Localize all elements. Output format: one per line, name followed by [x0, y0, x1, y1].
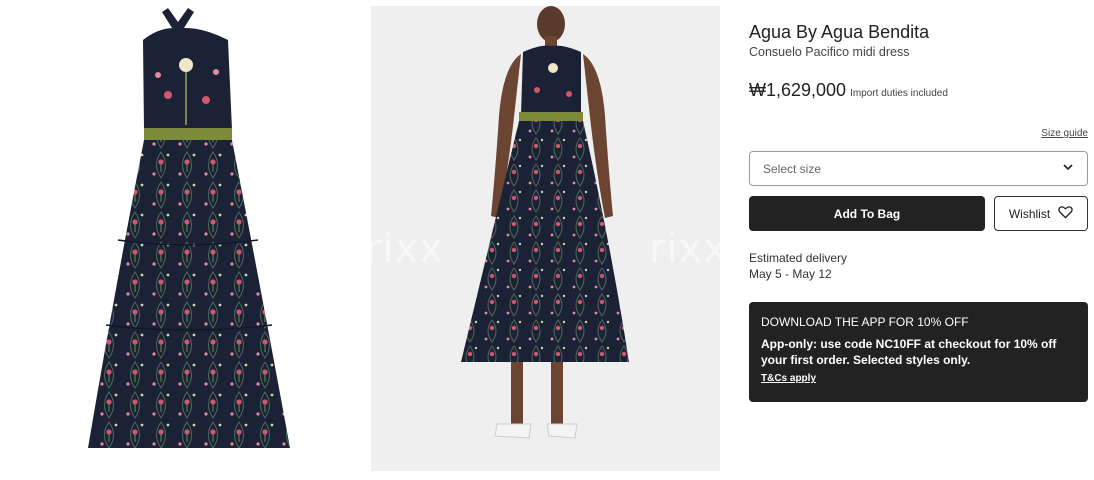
product-name: Consuelo Pacifico midi dress: [749, 45, 910, 59]
chevron-down-icon: [1062, 160, 1074, 178]
app-promo-banner: DOWNLOAD THE APP FOR 10% OFF App-only: u…: [749, 302, 1088, 402]
size-select[interactable]: Select size: [749, 151, 1088, 186]
size-guide-row: Size guide: [749, 123, 1088, 141]
size-guide-link[interactable]: Size guide: [1041, 128, 1088, 139]
import-duties-note: Import duties included: [850, 88, 948, 99]
wishlist-button[interactable]: Wishlist: [994, 196, 1088, 231]
promo-body: App-only: use code NC10FF at checkout fo…: [761, 337, 1057, 367]
price-row: ₩1,629,000 Import duties included: [749, 80, 1088, 101]
product-gallery: rixx rixx: [0, 0, 722, 480]
dress-flat-image[interactable]: [18, 0, 350, 480]
price: ₩1,629,000: [749, 80, 847, 100]
action-buttons: Add To Bag Wishlist: [749, 196, 1088, 231]
dress-model-image[interactable]: rixx rixx: [371, 6, 720, 471]
delivery-label: Estimated delivery: [749, 251, 848, 265]
wishlist-label: Wishlist: [1008, 206, 1051, 221]
promo-title: DOWNLOAD THE APP FOR 10% OFF: [761, 315, 969, 329]
delivery-range: May 5 - May 12: [749, 267, 832, 281]
size-select-value: Select size: [763, 161, 822, 176]
product-info-panel: Agua By Agua Bendita Consuelo Pacifico m…: [749, 20, 1088, 402]
watermark-text-right: rixx: [649, 226, 720, 272]
watermark-text-left: rixx: [371, 226, 444, 272]
add-to-bag-button[interactable]: Add To Bag: [749, 196, 985, 231]
terms-link[interactable]: T&Cs apply: [761, 373, 816, 384]
brand-name[interactable]: Agua By Agua Bendita: [749, 20, 1088, 44]
estimated-delivery: Estimated delivery May 5 - May 12: [749, 250, 1088, 282]
heart-icon: [1058, 205, 1073, 222]
